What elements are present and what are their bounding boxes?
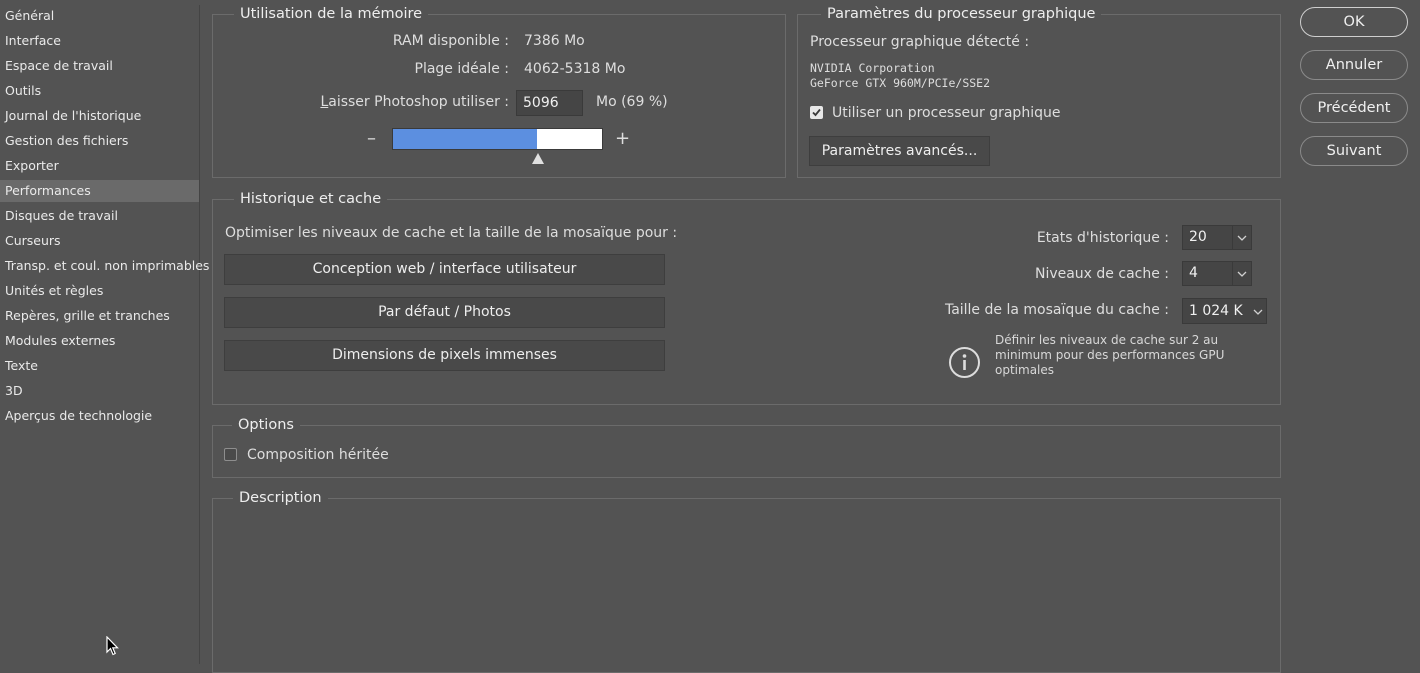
let-photoshop-use-label: Laisser Photoshop utiliser :	[320, 94, 509, 110]
sidebar-item[interactable]: Gestion des fichiers	[0, 130, 199, 152]
cache-tile-size-value: 1 024 K	[1189, 303, 1243, 319]
memory-amount-value: 5096	[523, 95, 559, 111]
chevron-down-icon	[1232, 262, 1251, 285]
memory-slider-thumb[interactable]	[532, 153, 544, 164]
cancel-button[interactable]: Annuler	[1300, 50, 1408, 80]
legacy-compositing-checkbox[interactable]	[224, 448, 237, 461]
sidebar-item[interactable]: Outils	[0, 80, 199, 102]
description-group: Description	[212, 490, 1281, 673]
preset-default-photos-label: Par défaut / Photos	[378, 304, 511, 320]
preset-huge-pixels-button[interactable]: Dimensions de pixels immenses	[224, 340, 665, 371]
memory-slider-track[interactable]	[392, 128, 603, 150]
ram-available-label: RAM disponible :	[392, 33, 509, 49]
slider-minus-button[interactable]: –	[367, 128, 376, 149]
use-gpu-checkbox[interactable]	[810, 106, 823, 119]
sidebar-item[interactable]: Interface	[0, 30, 199, 52]
sidebar-item[interactable]: Performances	[0, 180, 199, 202]
history-states-dropdown[interactable]: 20	[1182, 225, 1252, 250]
preset-web-ui-label: Conception web / interface utilisateur	[312, 261, 577, 277]
chevron-down-icon	[1250, 299, 1266, 323]
let-photoshop-use-text: aisser Photoshop utiliser :	[328, 94, 509, 110]
memory-amount-input[interactable]: 5096	[516, 90, 583, 116]
sidebar-item[interactable]: Disques de travail	[0, 205, 199, 227]
sidebar-item[interactable]: Journal de l'historique	[0, 105, 199, 127]
ideal-range-label: Plage idéale :	[414, 61, 510, 77]
cache-tile-size-dropdown[interactable]: 1 024 K	[1182, 298, 1267, 324]
checkmark-icon	[812, 108, 821, 117]
gpu-model: GeForce GTX 960M/PCIe/SSE2	[810, 76, 991, 90]
preset-default-photos-button[interactable]: Par défaut / Photos	[224, 297, 665, 328]
slider-plus-button[interactable]: +	[615, 128, 630, 149]
mouse-cursor-icon	[106, 636, 119, 656]
gpu-detected-label: Processeur graphique détecté :	[810, 34, 1030, 50]
sidebar-item[interactable]: Unités et règles	[0, 280, 199, 302]
cache-levels-label: Niveaux de cache :	[1034, 266, 1169, 282]
sidebar-item[interactable]: Curseurs	[0, 230, 199, 252]
sidebar-item[interactable]: Transp. et coul. non imprimables	[0, 255, 209, 277]
cache-levels-value: 4	[1189, 265, 1198, 281]
optimize-label: Optimiser les niveaux de cache et la tai…	[225, 225, 678, 241]
advanced-settings-button[interactable]: Paramètres avancés...	[809, 136, 990, 166]
memory-usage-title: Utilisation de la mémoire	[234, 6, 429, 22]
memory-slider-fill	[393, 129, 537, 149]
next-button[interactable]: Suivant	[1300, 136, 1408, 166]
history-states-value: 20	[1189, 229, 1207, 245]
sidebar-item[interactable]: Exporter	[0, 155, 199, 177]
ram-available-value: 7386 Mo	[524, 33, 585, 49]
preset-web-ui-button[interactable]: Conception web / interface utilisateur	[224, 254, 665, 285]
cache-info-text: Définir les niveaux de cache sur 2 au mi…	[995, 333, 1225, 377]
ok-button[interactable]: OK	[1300, 7, 1408, 37]
memory-unit-percent: Mo (69 %)	[596, 94, 668, 110]
legacy-compositing-label[interactable]: Composition héritée	[247, 447, 389, 463]
use-gpu-label[interactable]: Utiliser un processeur graphique	[832, 105, 1060, 121]
sidebar-item[interactable]: Général	[0, 5, 199, 27]
sidebar-item[interactable]: 3D	[0, 380, 199, 402]
advanced-settings-label: Paramètres avancés...	[821, 143, 978, 159]
description-title: Description	[233, 490, 328, 506]
history-cache-title: Historique et cache	[234, 191, 388, 207]
gpu-vendor: NVIDIA Corporation	[810, 61, 935, 75]
options-title: Options	[232, 417, 300, 433]
history-states-label: Etats d'historique :	[1036, 230, 1169, 246]
previous-button[interactable]: Précédent	[1300, 93, 1408, 123]
ideal-range-value: 4062-5318 Mo	[524, 61, 626, 77]
sidebar-item[interactable]: Espace de travail	[0, 55, 199, 77]
chevron-down-icon	[1232, 226, 1251, 249]
gpu-settings-title: Paramètres du processeur graphique	[821, 6, 1102, 22]
sidebar-item[interactable]: Repères, grille et tranches	[0, 305, 199, 327]
info-icon	[949, 347, 980, 378]
sidebar-item[interactable]: Texte	[0, 355, 199, 377]
cache-levels-dropdown[interactable]: 4	[1182, 261, 1252, 286]
preferences-sidebar: Général Interface Espace de travail Outils J…	[0, 5, 209, 664]
sidebar-item[interactable]: Modules externes	[0, 330, 199, 352]
sidebar-item[interactable]: Aperçus de technologie	[0, 405, 199, 427]
cache-tile-size-label: Taille de la mosaïque du cache :	[944, 302, 1169, 318]
preset-huge-pixels-label: Dimensions de pixels immenses	[332, 347, 557, 363]
